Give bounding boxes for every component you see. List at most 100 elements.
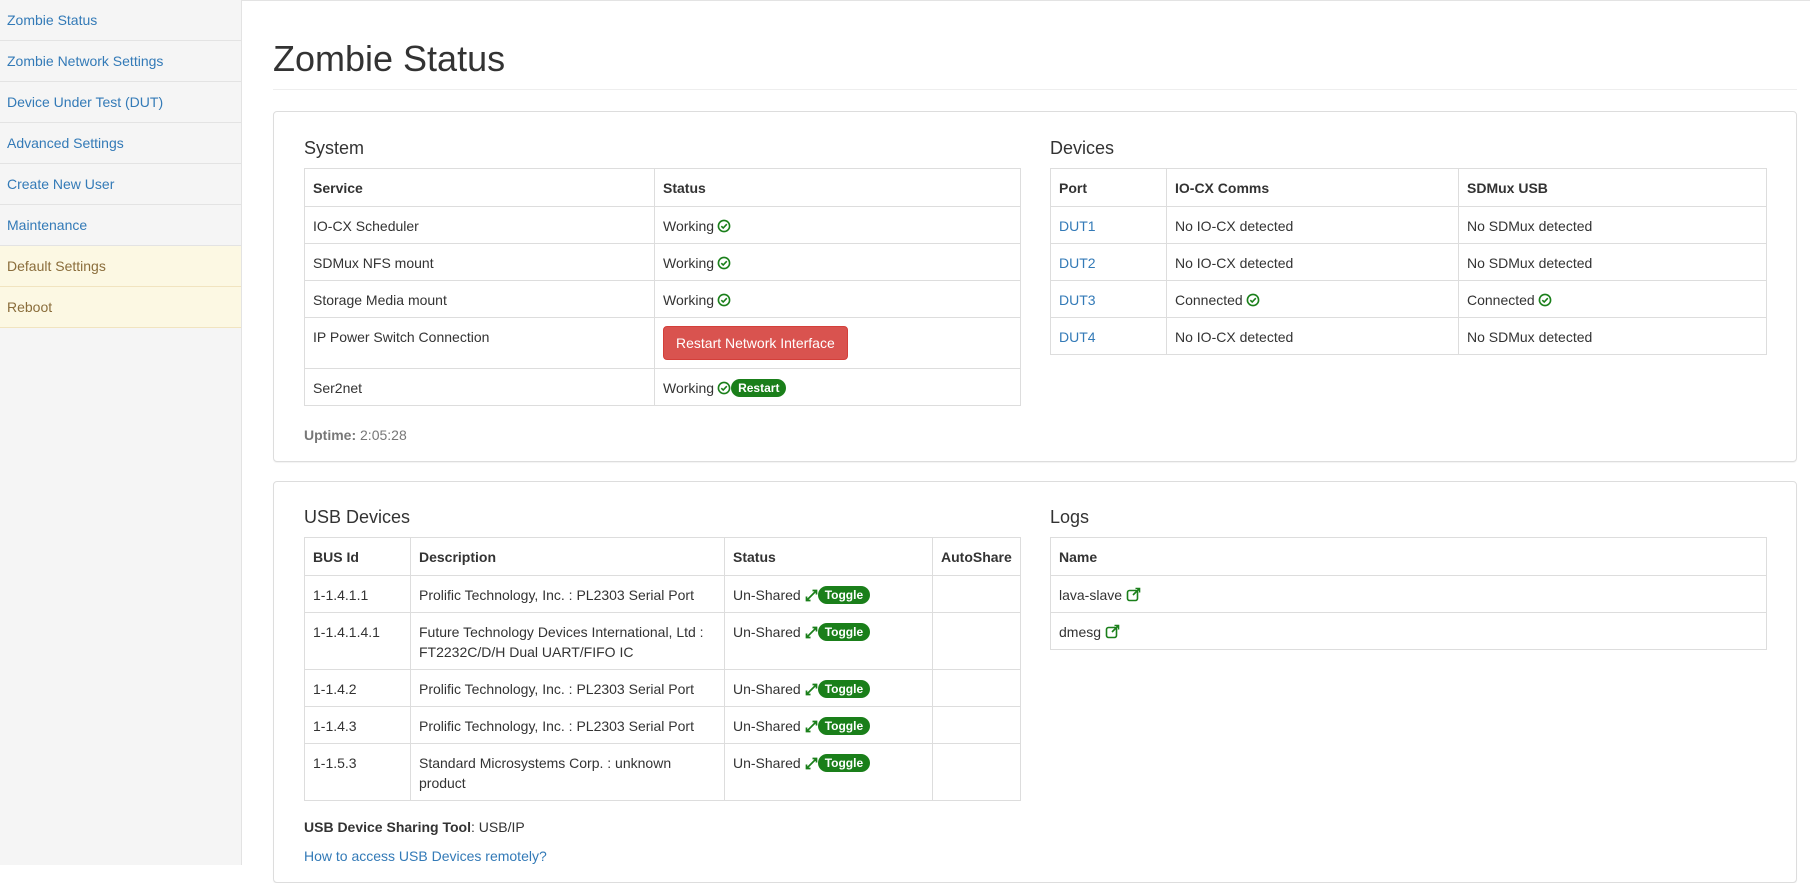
usb-tool-label: USB Device Sharing Tool xyxy=(304,819,471,835)
expand-arrows-icon xyxy=(805,587,818,607)
col-iocx-comms: IO-CX Comms xyxy=(1166,168,1459,207)
sidebar-item-dut[interactable]: Device Under Test (DUT) xyxy=(0,82,241,123)
usb-status: Un-Shared Toggle xyxy=(724,612,933,670)
toggle-share-button[interactable]: Toggle xyxy=(817,717,871,735)
usb-status: Un-Shared Toggle xyxy=(724,669,933,707)
bus-id: 1-1.4.1.4.1 xyxy=(304,612,411,670)
autoshare-cell xyxy=(932,612,1021,670)
sidebar: Zombie Status Zombie Network Settings De… xyxy=(0,0,242,865)
status-text: Working xyxy=(663,218,715,234)
service-name: SDMux NFS mount xyxy=(304,243,655,281)
system-title: System xyxy=(304,138,365,158)
devices-title: Devices xyxy=(1050,138,1115,158)
iocx-status: No IO-CX detected xyxy=(1166,206,1459,244)
col-log-name: Name xyxy=(1050,537,1767,576)
toggle-share-button[interactable]: Toggle xyxy=(817,754,871,772)
status-panel: System Service Status IO-CX Scheduler Wo… xyxy=(273,111,1797,462)
autoshare-cell xyxy=(932,743,1021,801)
dut3-link[interactable]: DUT3 xyxy=(1059,292,1096,308)
usb-description: Prolific Technology, Inc. : PL2303 Seria… xyxy=(410,706,725,744)
table-row: Storage Media mount Working xyxy=(304,280,1021,318)
sidebar-item-network-settings[interactable]: Zombie Network Settings xyxy=(0,41,241,82)
col-port: Port xyxy=(1050,168,1167,207)
table-row: DUT1 No IO-CX detected No SDMux detected xyxy=(1050,206,1767,244)
sdmux-status: No SDMux detected xyxy=(1458,243,1767,281)
ser2net-restart-badge[interactable]: Restart xyxy=(731,379,787,397)
status-text: Connected xyxy=(1175,292,1243,308)
log-entry[interactable]: dmesg xyxy=(1050,612,1767,650)
table-row: 1-1.4.1.4.1 Future Technology Devices In… xyxy=(304,612,1021,670)
service-name: IP Power Switch Connection xyxy=(304,317,655,369)
check-circle-icon xyxy=(717,292,731,312)
sidebar-item-zombie-status[interactable]: Zombie Status xyxy=(0,0,241,41)
page-title: Zombie Status xyxy=(273,38,506,79)
autoshare-cell xyxy=(932,706,1021,744)
status-text: Working xyxy=(663,380,715,396)
sidebar-item-maintenance[interactable]: Maintenance xyxy=(0,205,241,246)
table-row: Ser2net Working Restart xyxy=(304,368,1021,406)
dut2-link[interactable]: DUT2 xyxy=(1059,255,1096,271)
service-status: Working xyxy=(654,206,1021,244)
status-text: Connected xyxy=(1467,292,1535,308)
external-link-icon[interactable] xyxy=(1126,587,1141,607)
usb-status: Un-Shared Toggle xyxy=(724,706,933,744)
col-description: Description xyxy=(410,537,725,576)
toggle-share-button[interactable]: Toggle xyxy=(817,680,871,698)
service-status: Restart Network Interface xyxy=(654,317,1021,369)
sdmux-status: No SDMux detected xyxy=(1458,317,1767,355)
table-row: IP Power Switch Connection Restart Netwo… xyxy=(304,317,1021,369)
expand-arrows-icon xyxy=(805,681,818,701)
usb-tool-value: : USB/IP xyxy=(471,819,525,835)
usb-sharing-tool: USB Device Sharing Tool: USB/IP xyxy=(304,819,525,835)
table-row: DUT4 No IO-CX detected No SDMux detected xyxy=(1050,317,1767,355)
sidebar-item-create-user[interactable]: Create New User xyxy=(0,164,241,205)
usb-help-link[interactable]: How to access USB Devices remotely? xyxy=(304,848,547,864)
table-row: IO-CX Scheduler Working xyxy=(304,206,1021,244)
restart-network-button[interactable]: Restart Network Interface xyxy=(663,326,848,360)
uptime-value: 2:05:28 xyxy=(360,427,407,443)
dut4-link[interactable]: DUT4 xyxy=(1059,329,1096,345)
external-link-icon[interactable] xyxy=(1105,624,1120,644)
expand-arrows-icon xyxy=(805,755,818,775)
check-circle-icon xyxy=(1246,292,1260,312)
log-name[interactable]: lava-slave xyxy=(1059,587,1122,603)
service-status: Working Restart xyxy=(654,368,1021,406)
usb-status: Un-Shared Toggle xyxy=(724,743,933,801)
toggle-share-button[interactable]: Toggle xyxy=(817,623,871,641)
system-table: Service Status IO-CX Scheduler Working S… xyxy=(304,168,1021,406)
service-name: Ser2net xyxy=(304,368,655,406)
autoshare-cell xyxy=(932,669,1021,707)
usb-description: Standard Microsystems Corp. : unknown pr… xyxy=(410,743,725,801)
logs-table: Name lava-slave dmesg xyxy=(1050,537,1767,650)
log-name[interactable]: dmesg xyxy=(1059,624,1101,640)
log-entry[interactable]: lava-slave xyxy=(1050,575,1767,613)
table-row: 1-1.4.3 Prolific Technology, Inc. : PL23… xyxy=(304,706,1021,744)
toggle-share-button[interactable]: Toggle xyxy=(817,586,871,604)
service-status: Working xyxy=(654,243,1021,281)
iocx-status: Connected xyxy=(1166,280,1459,318)
table-row: SDMux NFS mount Working xyxy=(304,243,1021,281)
bus-id: 1-1.4.2 xyxy=(304,669,411,707)
status-text: Un-Shared xyxy=(733,624,801,640)
table-row: dmesg xyxy=(1050,612,1767,650)
bus-id: 1-1.4.1.1 xyxy=(304,575,411,613)
sidebar-item-advanced-settings[interactable]: Advanced Settings xyxy=(0,123,241,164)
col-service: Service xyxy=(304,168,655,207)
usb-description: Prolific Technology, Inc. : PL2303 Seria… xyxy=(410,669,725,707)
bus-id: 1-1.4.3 xyxy=(304,706,411,744)
sidebar-item-reboot[interactable]: Reboot xyxy=(0,287,241,328)
title-divider xyxy=(273,89,1797,90)
top-border xyxy=(242,0,1810,1)
dut1-link[interactable]: DUT1 xyxy=(1059,218,1096,234)
table-row: lava-slave xyxy=(1050,575,1767,613)
check-circle-icon xyxy=(717,218,731,238)
devices-table: Port IO-CX Comms SDMux USB DUT1 No IO-CX… xyxy=(1050,168,1767,355)
table-row: DUT2 No IO-CX detected No SDMux detected xyxy=(1050,243,1767,281)
status-text: Working xyxy=(663,292,715,308)
sidebar-item-default-settings[interactable]: Default Settings xyxy=(0,246,241,287)
service-name: Storage Media mount xyxy=(304,280,655,318)
table-row: DUT3 Connected Connected xyxy=(1050,280,1767,318)
usb-status: Un-Shared Toggle xyxy=(724,575,933,613)
table-row: 1-1.4.1.1 Prolific Technology, Inc. : PL… xyxy=(304,575,1021,613)
usb-devices-title: USB Devices xyxy=(304,507,411,527)
